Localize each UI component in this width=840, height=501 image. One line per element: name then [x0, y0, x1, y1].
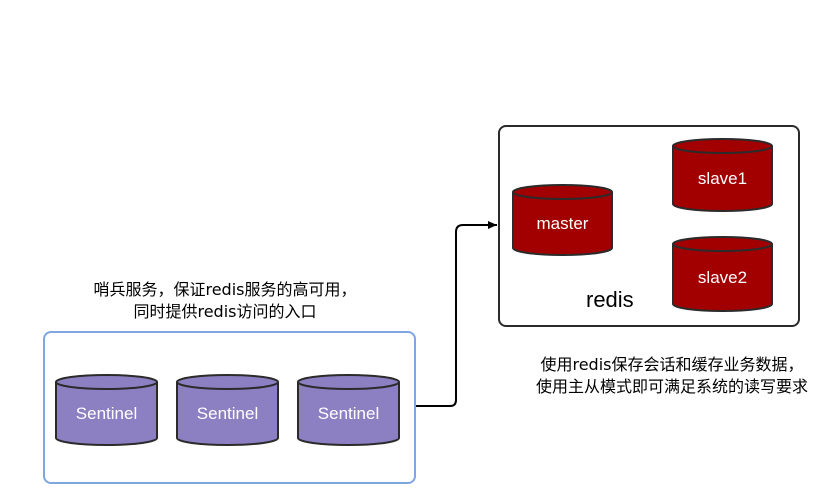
redis-note-line-1: 使用redis保存会话和缓存业务数据，	[540, 355, 804, 374]
master-node: master	[512, 184, 613, 256]
slave2-label: slave2	[697, 268, 748, 287]
slave1-label: slave1	[697, 169, 748, 188]
sentinel-node: Sentinel	[297, 374, 400, 446]
master-label: master	[536, 214, 589, 233]
sentinel-note-line-2: 同时提供redis访问的入口	[133, 302, 317, 321]
redis-note: 使用redis保存会话和缓存业务数据， 使用主从模式即可满足系统的读写要求	[512, 354, 832, 398]
slave1-node: slave1	[672, 138, 773, 212]
sentinel-note: 哨兵服务，保证redis服务的高可用， 同时提供redis访问的入口	[70, 279, 380, 323]
sentinel-label: Sentinel	[317, 404, 380, 423]
redis-note-line-2: 使用主从模式即可满足系统的读写要求	[535, 377, 808, 396]
sentinel-label: Sentinel	[196, 404, 259, 423]
sentinel-note-line-1: 哨兵服务，保证redis服务的高可用，	[93, 280, 357, 299]
sentinel-to-redis-arrow	[412, 221, 497, 407]
sentinel-label: Sentinel	[75, 404, 138, 423]
sentinel-node: Sentinel	[176, 374, 279, 446]
sentinel-node: Sentinel	[55, 374, 158, 446]
slave2-node: slave2	[672, 236, 773, 312]
redis-group-label: redis	[586, 287, 634, 312]
